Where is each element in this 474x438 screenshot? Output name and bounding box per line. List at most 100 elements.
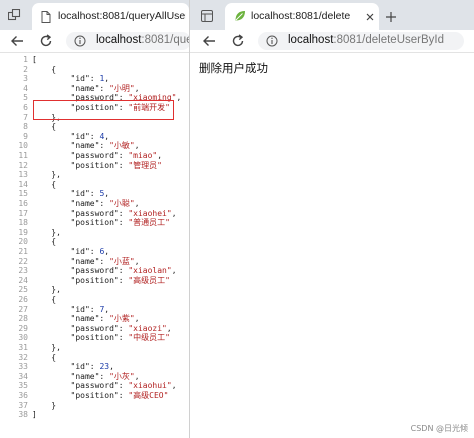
json-punct: , [104,189,110,199]
json-line: { [32,237,56,247]
json-string: "小灰" [109,371,135,381]
json-punct [32,84,71,93]
json-punct: { [32,295,57,304]
json-punct: , [171,381,177,391]
line-number: 18 [18,218,28,228]
json-punct: , [134,256,140,266]
json-punct [32,161,71,170]
back-arrow-icon[interactable] [202,35,216,47]
json-line: "position": "高级员工" [32,276,170,286]
json-key: "name": [70,314,110,324]
line-number: 6 [23,103,28,112]
json-key: "name": [70,371,110,381]
json-key: "password": [70,323,129,333]
line-number: 14 [18,179,28,189]
json-punct [32,372,71,381]
json-string: "高级员工" [128,275,170,285]
json-punct [32,247,71,256]
leaf-favicon-icon [235,11,245,21]
back-arrow-icon[interactable] [10,35,24,47]
right-tab-strip: localhost:8081/deleteUserById [190,0,474,30]
line-number: 10 [18,141,28,151]
json-key: "position": [70,275,129,285]
json-punct [32,276,71,285]
right-address-bar[interactable]: localhost:8081/deleteUserById [258,32,464,50]
json-punct: , [166,323,172,333]
line-number: 3 [23,74,28,84]
close-icon[interactable] [366,13,374,21]
json-line: "id": 23, [32,362,114,372]
line-number: 17 [18,208,28,218]
tab-actions-icon[interactable] [201,10,213,22]
json-line: "position": "中级员工" [32,333,170,343]
new-tab-plus-icon[interactable] [386,12,396,22]
json-punct [32,362,71,371]
json-key: "position": [70,218,129,228]
line-number: 28 [18,314,28,324]
json-line: }, [32,228,61,238]
json-punct: , [157,151,163,160]
line-number: 22 [18,256,28,266]
json-key: "id": [70,247,100,256]
json-punct: , [104,304,110,314]
line-number: 34 [18,371,28,381]
line-number: 2 [23,64,28,74]
json-punct [32,209,71,218]
json-string: "小敏" [109,141,135,151]
json-key: "id": [70,131,100,141]
json-key: "id": [70,74,100,84]
json-key: "position": [70,391,129,400]
line-number: 36 [18,391,28,400]
json-punct: , [104,74,110,84]
json-punct: , [134,199,140,208]
json-line: "position": "管理员" [32,161,162,171]
json-punct [32,74,71,83]
line-number: 30 [18,333,28,343]
json-line: "id": 1, [32,74,110,84]
json-punct: { [32,179,57,189]
json-key: "name": [70,83,110,93]
line-number: 13 [18,170,28,180]
json-string: "小明" [109,83,135,93]
json-string: "小聪" [109,199,135,208]
json-punct: }, [32,170,61,180]
line-number: 20 [18,237,28,247]
reload-icon[interactable] [231,34,245,48]
json-string: "xiaolan" [128,266,172,276]
json-punct [32,141,71,150]
json-string: "中级员工" [128,333,170,343]
json-punct: , [134,83,140,93]
line-number: 37 [18,400,28,410]
json-key: "position": [70,333,129,343]
line-number: 1 [23,55,28,64]
json-punct [32,218,71,227]
address-url: localhost:8081/deleteUserById [288,34,444,46]
address-url: localhost:8081/queryAllUs [96,34,189,46]
tab-title: localhost:8081/queryAllUser [58,10,186,22]
json-punct [32,381,71,390]
info-icon[interactable] [74,35,86,47]
line-number: 15 [18,189,28,199]
json-string: "普通员工" [128,218,170,228]
left-tab-strip: localhost:8081/queryAllUser [0,0,189,30]
json-punct [32,391,71,400]
json-line: "password": "miao", [32,151,163,161]
json-line: "id": 4, [32,131,110,142]
json-key: "name": [70,141,110,151]
line-number: 8 [23,122,28,132]
workspaces-icon[interactable] [8,9,21,21]
line-number: 35 [18,381,28,391]
line-number: 11 [18,151,28,160]
left-address-bar[interactable]: localhost:8081/queryAllUs [66,32,189,50]
json-key: "position": [70,160,129,170]
tab-delete-user-by-id[interactable]: localhost:8081/deleteUserById [225,3,379,30]
json-line: "name": "小灰", [32,372,140,382]
json-line: }, [32,285,61,295]
reload-icon[interactable] [39,34,53,48]
info-icon[interactable] [266,35,278,47]
json-line: [ [32,55,37,65]
json-line: "name": "小紫", [32,314,140,324]
json-punct [32,314,71,323]
tab-query-all-user[interactable]: localhost:8081/queryAllUser [32,3,189,30]
right-browser-window: localhost:8081/deleteUserById localhost:… [190,0,474,438]
